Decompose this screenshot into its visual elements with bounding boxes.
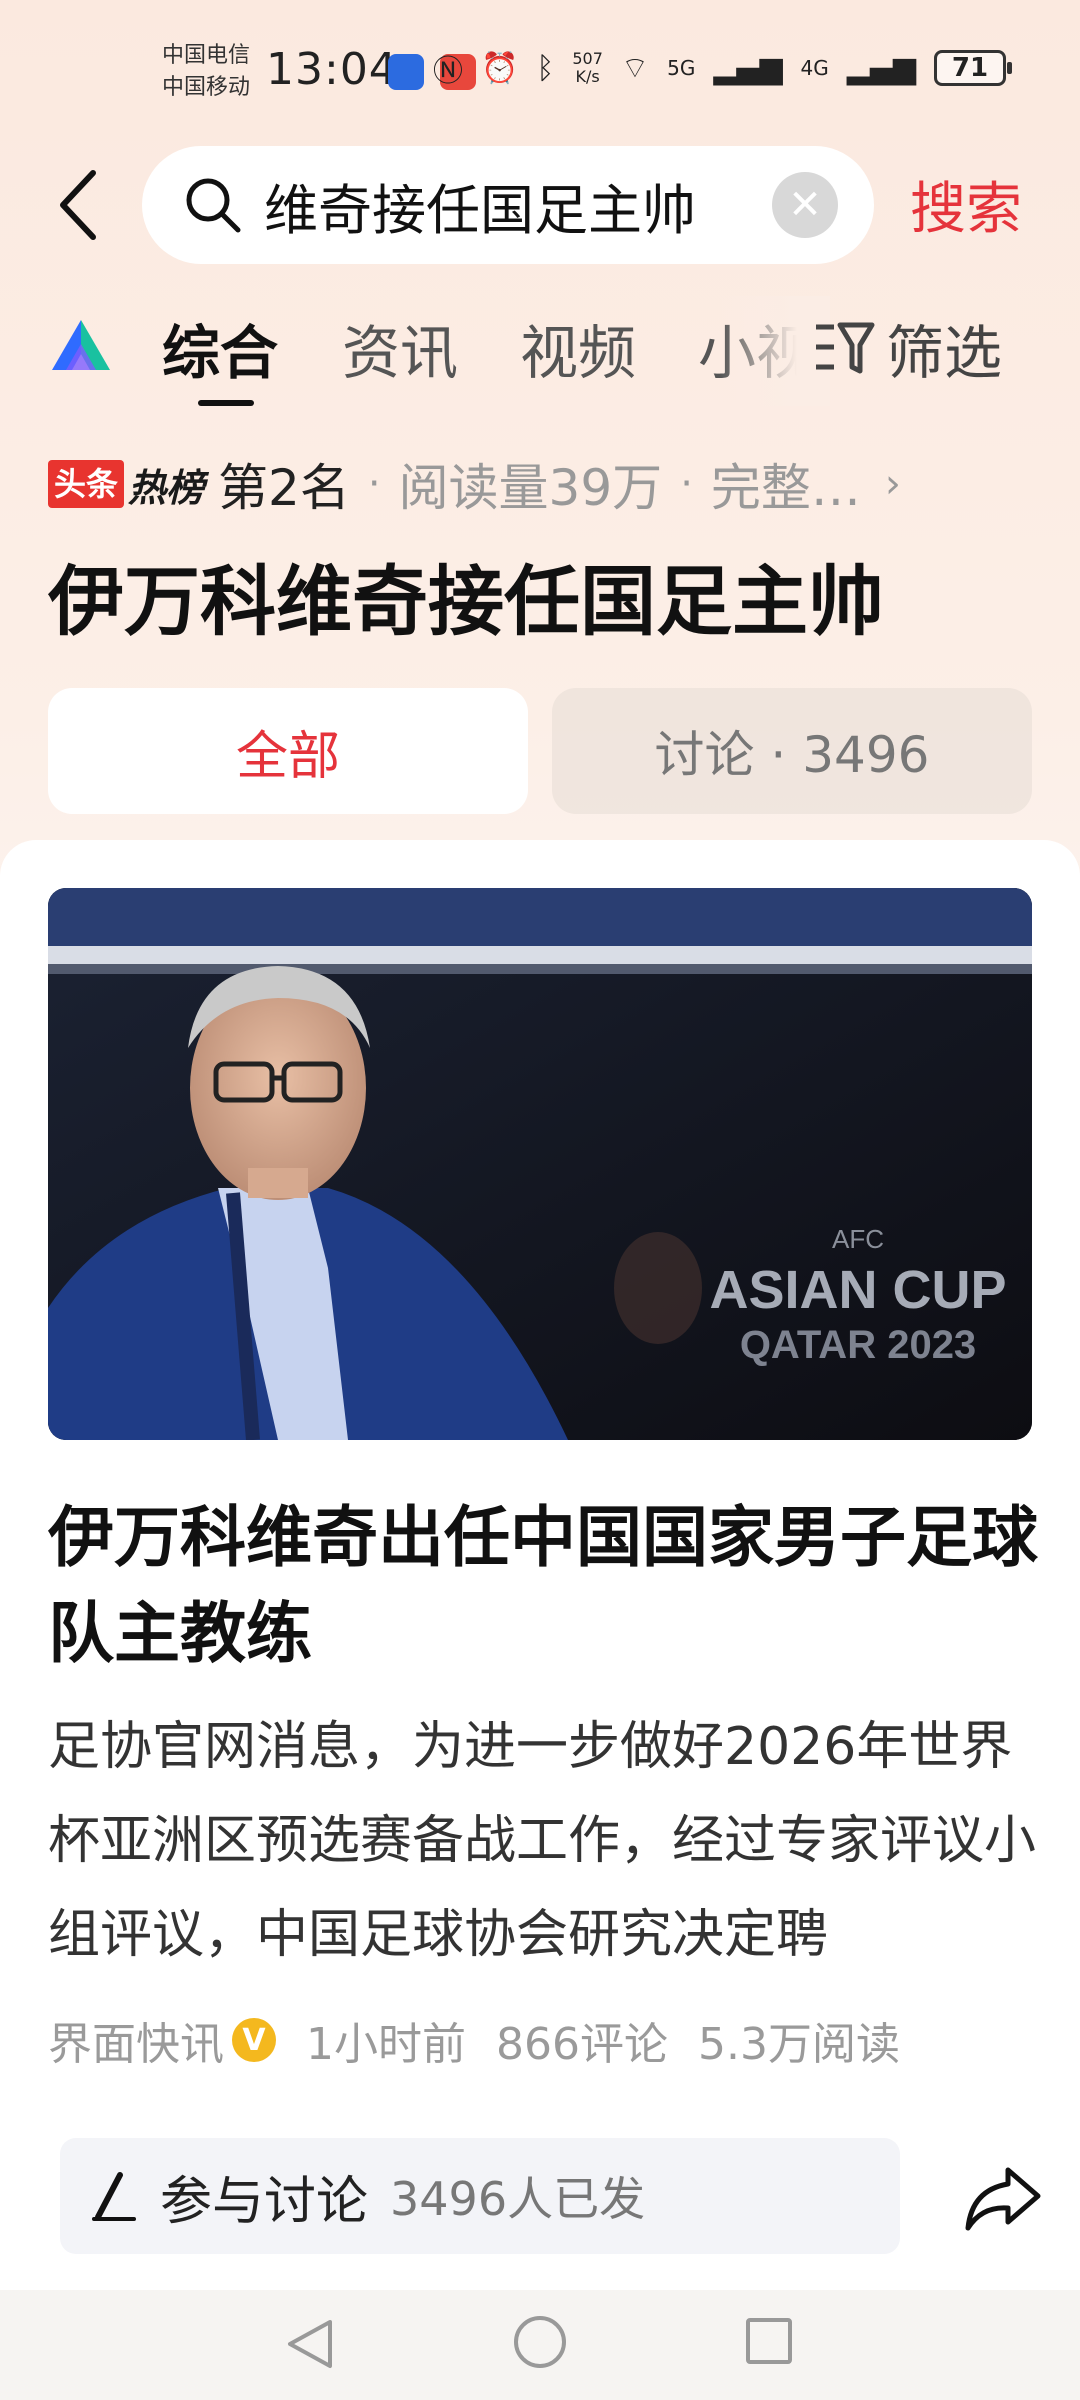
summary-fade — [880, 1894, 1040, 1984]
join-discussion-input[interactable]: 参与讨论 3496人已发 — [60, 2138, 900, 2254]
tab-news[interactable]: 资讯 — [342, 306, 458, 390]
wifi-icon: ⌔ — [620, 51, 650, 86]
share-arrow-icon — [965, 2167, 1041, 2231]
signal-5g: 5G — [667, 56, 696, 80]
filter-icon — [816, 322, 875, 374]
filter-button[interactable]: 筛选 — [812, 306, 1002, 390]
status-bar: 中国电信 中国移动 13:04 Ⓝ ⏰ ᛒ 507 K/s ⌔ 5G ▂▄▆ 4… — [0, 0, 1080, 140]
net-speed: 507 K/s — [572, 50, 603, 86]
tab-video[interactable]: 视频 — [520, 306, 636, 390]
share-button[interactable] — [960, 2156, 1044, 2240]
status-icons: Ⓝ ⏰ ᛒ 507 K/s ⌔ 5G ▂▄▆ 4G ▂▄▆ 71 — [432, 46, 1012, 90]
clock: 13:04 — [266, 44, 398, 95]
chevron-right-icon: › — [884, 461, 901, 507]
app-logo-icon — [52, 320, 110, 370]
back-button[interactable] — [48, 160, 108, 250]
back-arrow-icon — [60, 170, 96, 240]
carrier-2: 中国移动 — [162, 75, 251, 100]
nav-recents-icon[interactable] — [746, 2318, 792, 2364]
segment-discussion[interactable]: 讨论 · 3496 — [552, 688, 1032, 814]
segment-all[interactable]: 全部 — [48, 688, 528, 814]
separator-dot: · — [367, 461, 381, 507]
search-button[interactable]: 搜索 — [910, 164, 1022, 245]
discussion-count: 3496人已发 — [390, 2172, 646, 2226]
battery-level: 71 — [951, 53, 989, 83]
hot-list-badge: 热榜 — [128, 465, 205, 510]
pen-icon — [92, 2172, 136, 2221]
hot-list-row[interactable]: 头条 热榜 第2名 · 阅读量39万 · 完整… › — [48, 454, 901, 517]
search-box[interactable]: 维奇接任国足主帅 ✕ — [142, 146, 874, 264]
close-icon: ✕ — [788, 182, 822, 228]
coach-photo-image: AFC ASIAN CUP QATAR 2023 — [48, 888, 1032, 1440]
article-photo[interactable]: AFC ASIAN CUP QATAR 2023 — [48, 888, 1032, 1440]
search-input[interactable]: 维奇接任国足主帅 — [264, 166, 772, 245]
article-time: 1小时前 — [306, 2019, 466, 2070]
signal-4g: 4G — [800, 56, 829, 80]
article-meta: 界面快讯 V 1小时前 866评论 5.3万阅读 — [48, 2008, 900, 2072]
net-speed-unit: K/s — [575, 67, 600, 86]
separator-dot: · — [680, 461, 693, 507]
article-comments: 866评论 — [496, 2019, 668, 2070]
clear-search-button[interactable]: ✕ — [772, 172, 838, 238]
hot-rank: 第2名 — [218, 459, 350, 517]
toutiao-badge: 头条 — [48, 460, 125, 508]
verified-icon: V — [232, 2018, 276, 2062]
full-list-link[interactable]: 完整… — [711, 448, 861, 520]
nav-home-icon[interactable] — [514, 2316, 566, 2368]
bluetooth-icon: ᛒ — [536, 50, 555, 86]
tab-comprehensive[interactable]: 综合 — [162, 306, 278, 390]
filter-label: 筛选 — [886, 319, 1003, 387]
nfc-icon: Ⓝ — [432, 54, 463, 89]
active-tab-indicator — [198, 400, 254, 406]
signal-icon-2: ▂▄▆ — [846, 50, 916, 86]
read-count: 阅读量39万 — [398, 459, 663, 517]
search-icon — [186, 178, 241, 233]
article-title[interactable]: 伊万科维奇出任中国国家男子足球队主教练 — [48, 1490, 1038, 1682]
photo-text-asian-cup: ASIAN CUP — [709, 1260, 1006, 1320]
nav-back-icon[interactable] — [284, 2316, 336, 2372]
photo-text-qatar: QATAR 2023 — [740, 1323, 976, 1367]
carrier-1: 中国电信 — [162, 43, 251, 68]
article-source[interactable]: 界面快讯 — [48, 2008, 224, 2072]
signal-icon: ▂▄▆ — [713, 50, 783, 86]
alarm-icon: ⏰ — [480, 50, 519, 86]
topic-title: 伊万科维奇接任国足主帅 — [48, 557, 884, 646]
photo-text-afc: AFC — [832, 1224, 884, 1254]
net-speed-value: 507 — [572, 49, 603, 68]
carrier-info: 中国电信 中国移动 — [162, 40, 250, 104]
notification-app-icon — [388, 54, 424, 90]
battery-icon: 71 — [934, 50, 1012, 86]
join-discussion-label: 参与讨论 — [160, 2171, 369, 2232]
article-reads: 5.3万阅读 — [697, 2019, 900, 2070]
